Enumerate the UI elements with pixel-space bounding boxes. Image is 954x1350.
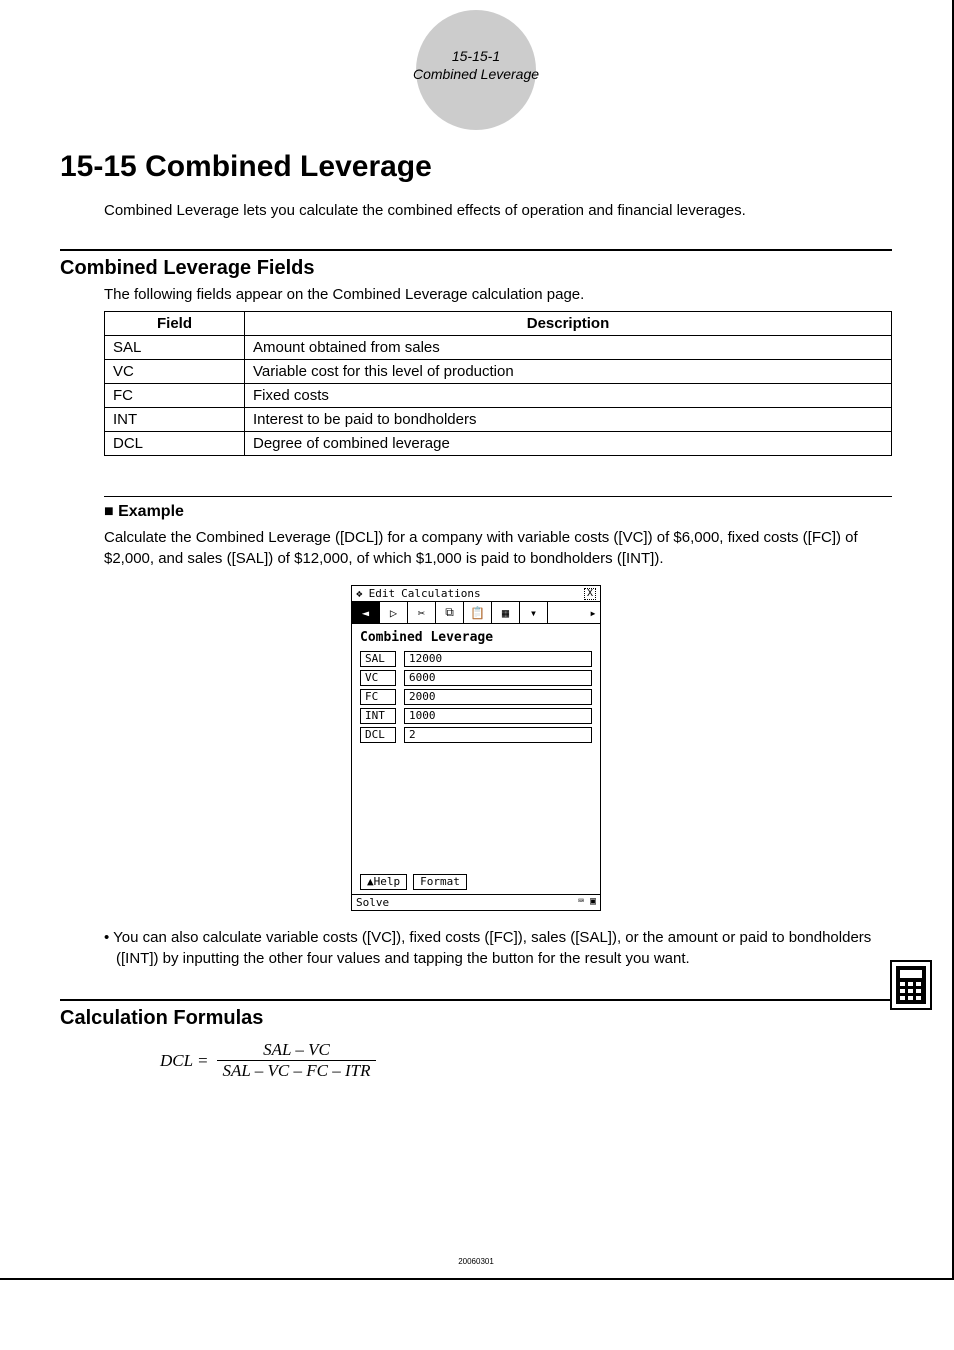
- nav-forward-icon[interactable]: ▷: [380, 602, 408, 623]
- help-button[interactable]: ▲Help: [360, 874, 407, 890]
- divider: [104, 496, 892, 497]
- calc-menubar: ❖ Edit Calculations X: [352, 586, 600, 602]
- keyboard-icon[interactable]: ⌨ ▣: [578, 896, 596, 909]
- calculator-screenshot: ❖ Edit Calculations X ◄ ▷ ✂ ⧉ 📋 ▦ ▾ ▸ Co…: [351, 585, 601, 911]
- cell-desc: Interest to be paid to bondholders: [245, 408, 892, 432]
- nav-back-icon[interactable]: ◄: [352, 602, 380, 623]
- footer-number: 20060301: [0, 1257, 952, 1266]
- header-page-number: 15-15-1: [60, 48, 892, 64]
- formula: DCL = SAL – VC SAL – VC – FC – ITR: [160, 1040, 892, 1081]
- formula-denominator: SAL – VC – FC – ITR: [217, 1061, 377, 1081]
- calc-vc-field[interactable]: 6000: [404, 670, 592, 686]
- fields-note: The following fields appear on the Combi…: [104, 286, 892, 303]
- formulas-heading: Calculation Formulas: [60, 1007, 892, 1030]
- divider: [60, 249, 892, 251]
- status-text: Solve: [356, 896, 389, 909]
- formula-numerator: SAL – VC: [217, 1040, 377, 1061]
- cut-icon[interactable]: ✂: [408, 602, 436, 623]
- table-row: SALAmount obtained from sales: [105, 336, 892, 360]
- fields-table: Field Description SALAmount obtained fro…: [104, 311, 892, 456]
- calculator-tab-icon: [890, 960, 932, 1010]
- scroll-right-icon[interactable]: ▸: [586, 602, 600, 623]
- calc-fc-field[interactable]: 2000: [404, 689, 592, 705]
- format-button[interactable]: Format: [413, 874, 467, 890]
- cell-field: INT: [105, 408, 245, 432]
- menu-calculations[interactable]: Calculations: [401, 587, 480, 600]
- calc-dcl-field[interactable]: 2: [404, 727, 592, 743]
- cell-desc: Variable cost for this level of producti…: [245, 360, 892, 384]
- calc-toolbar: ◄ ▷ ✂ ⧉ 📋 ▦ ▾ ▸: [352, 602, 600, 624]
- calc-title: Combined Leverage: [352, 624, 600, 649]
- table-row: DCLDegree of combined leverage: [105, 432, 892, 456]
- grid-icon[interactable]: ▦: [492, 602, 520, 623]
- table-row: VCVariable cost for this level of produc…: [105, 360, 892, 384]
- dropdown-icon[interactable]: ▾: [520, 602, 548, 623]
- header-page-title: Combined Leverage: [60, 66, 892, 82]
- intro-text: Combined Leverage lets you calculate the…: [104, 200, 892, 221]
- table-row: FCFixed costs: [105, 384, 892, 408]
- cell-desc: Amount obtained from sales: [245, 336, 892, 360]
- cell-field: DCL: [105, 432, 245, 456]
- calc-int-field[interactable]: 1000: [404, 708, 592, 724]
- table-row: INTInterest to be paid to bondholders: [105, 408, 892, 432]
- cell-desc: Fixed costs: [245, 384, 892, 408]
- copy-icon[interactable]: ⧉: [436, 602, 464, 623]
- menu-edit[interactable]: Edit: [369, 587, 396, 600]
- page-header: 15-15-1 Combined Leverage: [60, 30, 892, 120]
- cell-desc: Degree of combined leverage: [245, 432, 892, 456]
- cell-field: SAL: [105, 336, 245, 360]
- calc-dcl-button[interactable]: DCL: [360, 727, 396, 743]
- fields-heading: Combined Leverage Fields: [60, 257, 892, 280]
- section-title: 15-15 Combined Leverage: [60, 150, 892, 184]
- cell-field: FC: [105, 384, 245, 408]
- calc-vc-button[interactable]: VC: [360, 670, 396, 686]
- example-text: Calculate the Combined Leverage ([DCL]) …: [104, 527, 892, 569]
- example-heading: Example: [104, 503, 892, 521]
- bullet-note: • You can also calculate variable costs …: [104, 927, 892, 969]
- calc-sal-field[interactable]: 12000: [404, 651, 592, 667]
- calc-int-button[interactable]: INT: [360, 708, 396, 724]
- col-field: Field: [105, 312, 245, 336]
- calc-fc-button[interactable]: FC: [360, 689, 396, 705]
- cell-field: VC: [105, 360, 245, 384]
- settings-menu-icon[interactable]: ❖: [356, 587, 363, 600]
- calc-sal-button[interactable]: SAL: [360, 651, 396, 667]
- formula-lhs: DCL =: [160, 1051, 209, 1071]
- paste-icon[interactable]: 📋: [464, 602, 492, 623]
- close-icon[interactable]: X: [584, 588, 596, 600]
- col-desc: Description: [245, 312, 892, 336]
- divider: [60, 999, 892, 1001]
